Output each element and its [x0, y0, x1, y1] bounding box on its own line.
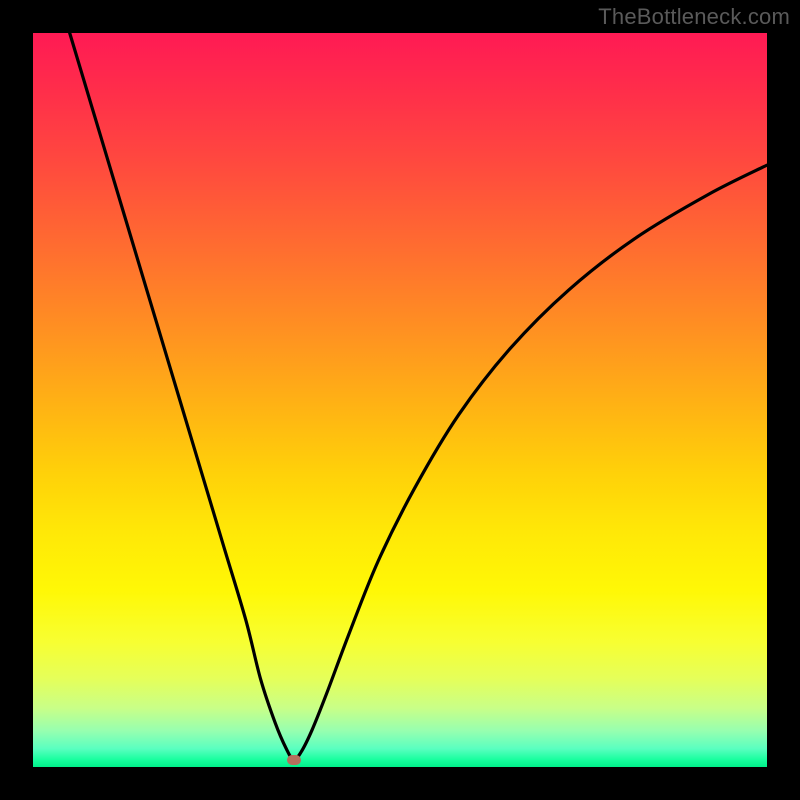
curve-path: [70, 33, 767, 760]
watermark-text: TheBottleneck.com: [598, 4, 790, 30]
bottleneck-curve: [33, 33, 767, 767]
minimum-point-marker: [287, 755, 301, 765]
plot-area: [33, 33, 767, 767]
chart-frame: TheBottleneck.com: [0, 0, 800, 800]
